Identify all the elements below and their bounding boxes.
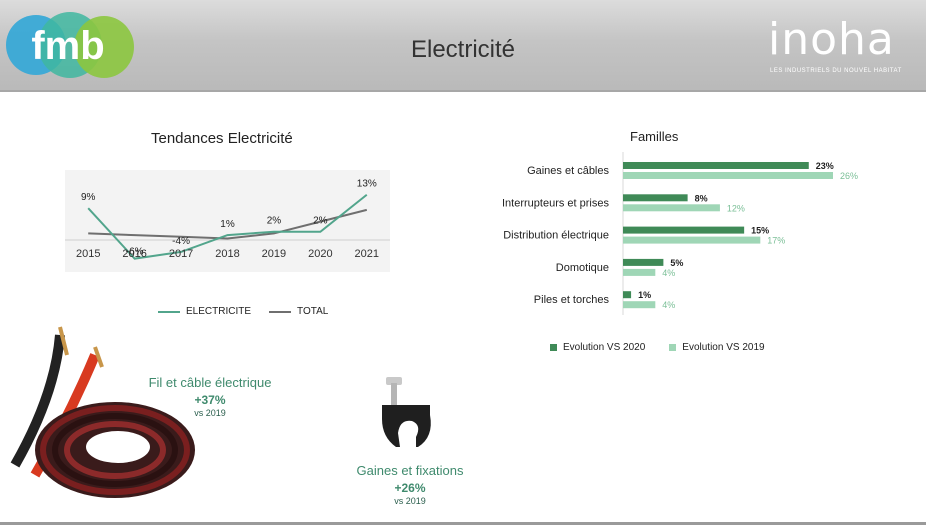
bar-value-label: 12% xyxy=(727,203,745,213)
bar-value-label: 26% xyxy=(840,171,858,181)
category-label: Gaines et câbles xyxy=(527,165,609,177)
product-growth: +26% xyxy=(394,481,426,495)
bar-vs2019 xyxy=(623,236,761,244)
bar-value-label: 8% xyxy=(695,193,708,203)
bar-value-label: 17% xyxy=(767,236,785,246)
bar-value-label: 4% xyxy=(662,300,675,310)
bar-vs2020 xyxy=(623,194,688,202)
product-card-cables: Fil et câble électrique +37% vs 2019 xyxy=(125,375,295,418)
product-comparison: vs 2019 xyxy=(194,408,226,418)
bar-value-label: 4% xyxy=(662,268,675,278)
bar-vs2019 xyxy=(623,268,656,276)
category-label: Distribution électrique xyxy=(503,230,609,242)
fixation-clip-image xyxy=(382,377,431,447)
bar-value-label: 15% xyxy=(751,226,769,236)
product-comparison: vs 2019 xyxy=(394,496,426,506)
legend-swatch-vs2020 xyxy=(550,344,557,351)
product-growth: +37% xyxy=(194,393,226,407)
bar-vs2019 xyxy=(623,204,720,212)
bar-vs2019 xyxy=(623,301,656,309)
legend-label-vs2020: Evolution VS 2020 xyxy=(563,342,646,353)
category-label: Piles et torches xyxy=(534,294,610,306)
product-card-gaines: Gaines et fixations +26% vs 2019 xyxy=(340,463,480,506)
category-label: Domotique xyxy=(556,262,609,274)
bar-vs2020 xyxy=(623,226,745,234)
bar-vs2019 xyxy=(623,172,833,179)
category-label: Interrupteurs et prises xyxy=(502,197,609,209)
product-name: Gaines et fixations xyxy=(356,463,464,478)
bar-chart-legend: Evolution VS 2020 Evolution VS 2019 xyxy=(550,342,765,353)
bar-vs2020 xyxy=(623,258,664,266)
bar-value-label: 1% xyxy=(638,290,651,300)
bar-vs2020 xyxy=(623,162,809,169)
product-name: Fil et câble électrique xyxy=(148,375,272,390)
legend-label-vs2019: Evolution VS 2019 xyxy=(682,342,765,353)
bar-value-label: 23% xyxy=(816,161,834,171)
bar-value-label: 5% xyxy=(670,258,683,268)
bar-vs2020 xyxy=(623,291,632,299)
legend-swatch-vs2019 xyxy=(669,344,677,351)
